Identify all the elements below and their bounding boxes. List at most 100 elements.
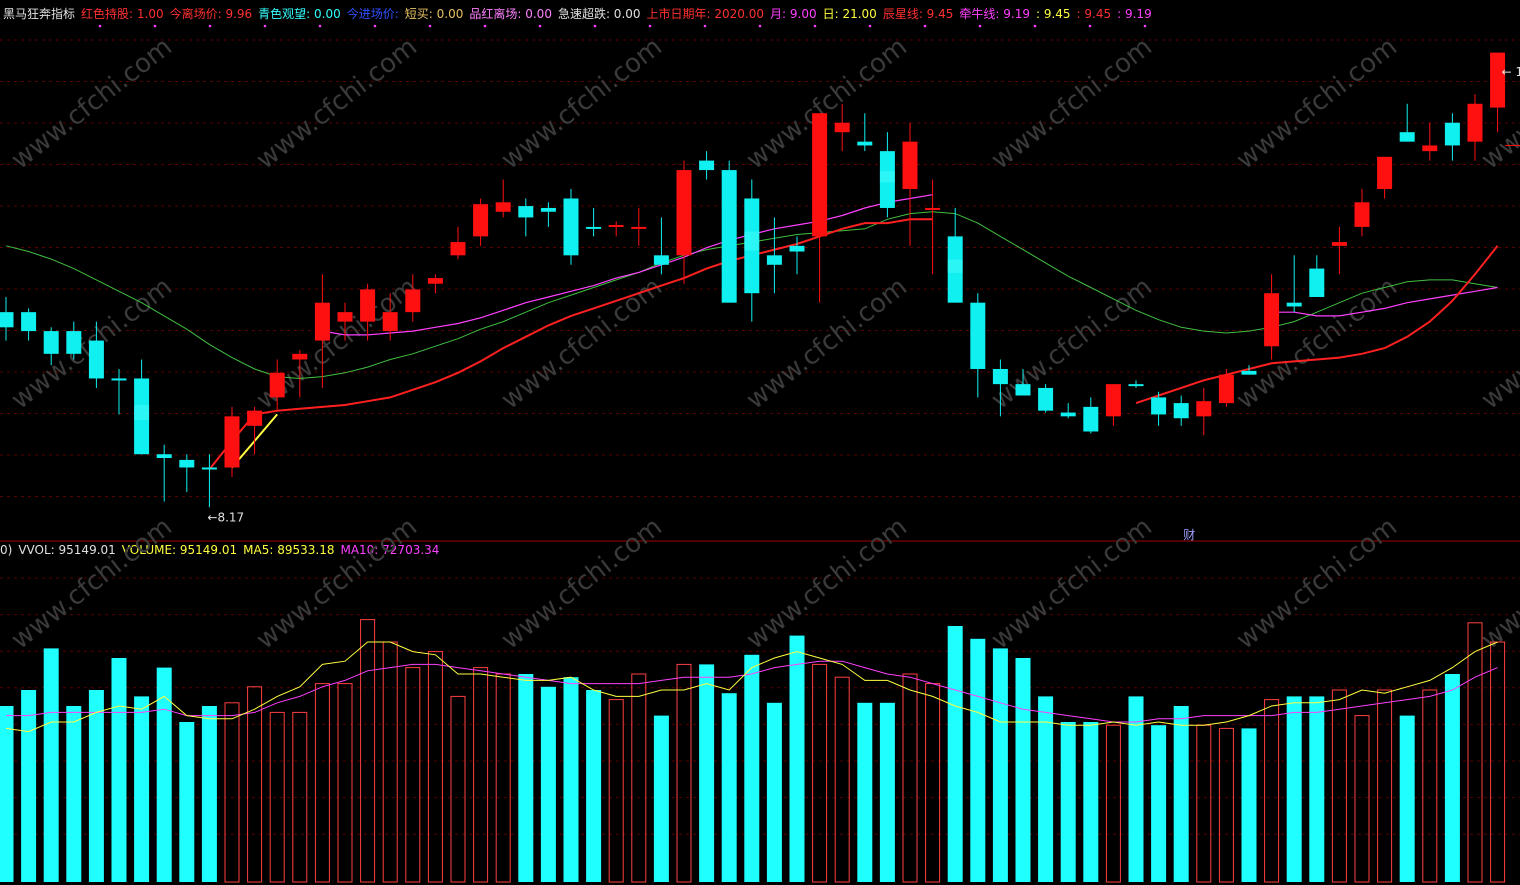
candle-body [1218, 374, 1234, 404]
candle-body [608, 225, 624, 228]
candle-body [314, 302, 330, 341]
header-dot [1088, 24, 1092, 28]
volume-bar-down [970, 638, 986, 882]
candle-body [1038, 387, 1054, 411]
volume-bar-up [834, 676, 850, 883]
candle-body [902, 141, 918, 190]
volume-bar-down [43, 648, 59, 882]
volume-bar-up [1377, 689, 1393, 883]
candle-body [766, 255, 782, 265]
candle-body [631, 226, 647, 229]
candle-body [473, 204, 489, 237]
watermark-text: www.cfchi.com [986, 272, 1158, 416]
candle-body [495, 202, 511, 212]
watermark-text: www.cfchi.com [496, 32, 668, 176]
candle-body [21, 312, 37, 332]
header-dot [538, 24, 542, 28]
volume-bar-down [201, 706, 217, 882]
volume-bar-down [0, 706, 14, 882]
volume-bar-down [1241, 728, 1257, 882]
header-dot [1033, 24, 1037, 28]
volume-bar-down [857, 702, 873, 882]
candle-body [1399, 132, 1415, 142]
header-dot [483, 24, 487, 28]
header-dot [318, 24, 322, 28]
volume-bar-down [879, 702, 895, 882]
stock-chart[interactable]: www.cfchi.com www.cfchi.com www.cfchi.com w… [0, 0, 1520, 885]
header-dot [373, 24, 377, 28]
volume-bar-down [721, 693, 737, 882]
volume-bar-down [1015, 658, 1031, 882]
watermark-text: www.cfchi.com [251, 32, 423, 176]
volume-bar-up [1105, 724, 1121, 883]
volume-bar-up [676, 663, 692, 883]
volume-bar-up [337, 683, 353, 883]
high-price-marker: ← 10.58 [1502, 65, 1520, 79]
watermark-text: www.cfchi.com [1476, 272, 1520, 416]
volume-bar-down [563, 677, 579, 882]
volume-bar-down [179, 722, 195, 882]
candle-body [970, 302, 986, 369]
volume-bar-up [314, 683, 330, 883]
candle-body [1490, 52, 1506, 108]
candle-body [563, 198, 579, 256]
candle-highlight [134, 404, 150, 421]
candle-body [1286, 302, 1302, 307]
candle-body [1196, 401, 1212, 417]
candle-body [1241, 370, 1257, 375]
candle-body [540, 207, 556, 212]
candle-body [1105, 384, 1121, 417]
volume-bar-up [1422, 689, 1438, 883]
volume-bar-down [586, 690, 602, 882]
volume-bar-down [1060, 722, 1076, 882]
candle-body [224, 416, 240, 468]
volume-bar-down [766, 702, 782, 882]
header-dot [648, 24, 652, 28]
header-dot [153, 24, 157, 28]
volume-bar-up [360, 619, 376, 883]
candle-body [676, 170, 692, 256]
watermark-text: www.cfchi.com [6, 32, 178, 176]
header-dot [1143, 24, 1147, 28]
candle-body [66, 331, 82, 354]
volume-bar-up [1331, 689, 1347, 883]
candle-body [1015, 384, 1031, 396]
volume-bar-down [1399, 715, 1415, 882]
candle-body [721, 170, 737, 303]
candle-body [834, 122, 850, 133]
watermark-text: www.cfchi.com [1231, 32, 1403, 176]
volume-bar-down [947, 626, 963, 882]
volume-bar-down [653, 715, 669, 882]
watermark-text: www.cfchi.com [251, 512, 423, 656]
candle-body [201, 467, 217, 470]
volume-bar-down [992, 648, 1008, 882]
candle-body [1264, 293, 1280, 347]
volume-bar-up [224, 702, 240, 883]
volume-bar-up [1490, 641, 1506, 883]
candle-body [586, 226, 602, 229]
volume-bar-up [812, 663, 828, 883]
volume-bar-up [1218, 727, 1234, 883]
candle-body [518, 206, 534, 218]
header-dot [923, 24, 927, 28]
watermark-text: www.cfchi.com [6, 512, 178, 656]
volume-bar-up [473, 667, 489, 883]
candle-body [450, 242, 466, 256]
candle-highlight [879, 171, 895, 183]
volume-bar-up [1264, 699, 1280, 883]
candle-body [1128, 384, 1144, 387]
watermark-text: www.cfchi.com [741, 512, 913, 656]
candle-body [857, 141, 873, 146]
candle-body [925, 207, 941, 210]
volume-bar-down [518, 674, 534, 882]
watermark-text: www.cfchi.com [741, 272, 913, 416]
watermark-text: www.cfchi.com [496, 272, 668, 416]
candle-body [1331, 242, 1347, 246]
candle-body [1467, 103, 1483, 142]
volume-bar-down [66, 706, 82, 882]
volume-bar-down [1286, 696, 1302, 882]
header-dot [98, 24, 102, 28]
candle-body [699, 160, 715, 171]
candle-body [812, 113, 828, 237]
candle-body [1083, 406, 1099, 432]
